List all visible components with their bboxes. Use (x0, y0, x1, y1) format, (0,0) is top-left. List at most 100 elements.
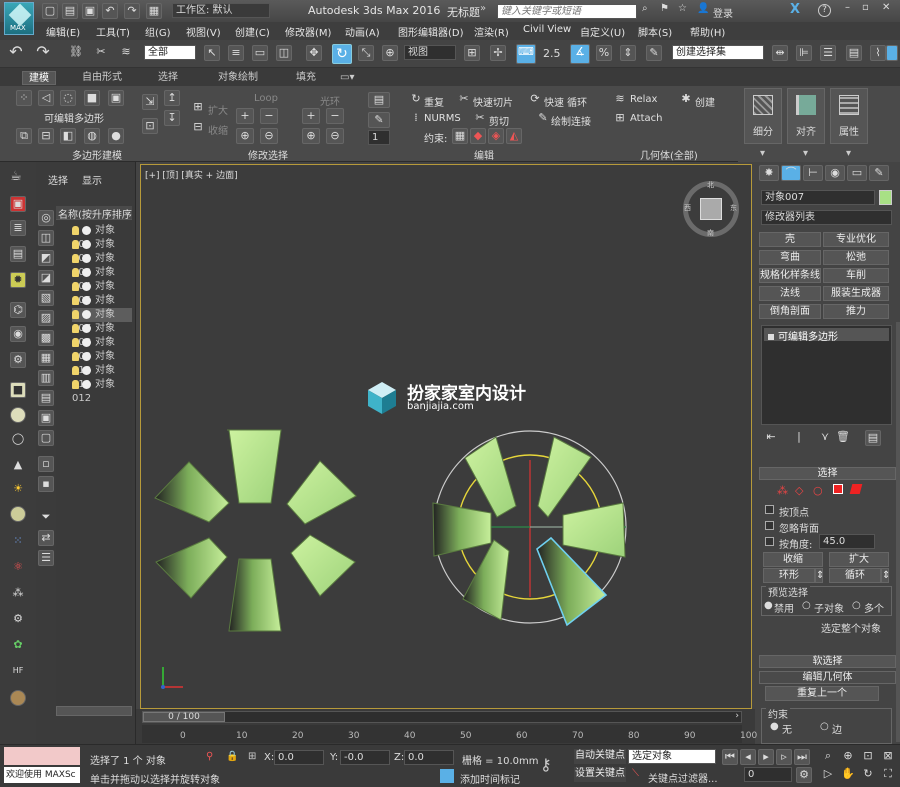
iterations-spinner[interactable]: 1 (368, 130, 390, 145)
scene-list-item[interactable]: 对象012 (72, 378, 132, 404)
molecule-icon[interactable]: ⚛ (10, 560, 26, 576)
percent-snap-icon[interactable]: % (596, 45, 612, 61)
menu-help[interactable]: 帮助(H) (690, 24, 725, 39)
auto-key-button[interactable]: 自动关键点 (574, 749, 626, 764)
track-bar[interactable] (142, 725, 742, 743)
scene-geometry-icon[interactable]: ◫ (38, 230, 54, 246)
redo-icon[interactable]: ↷ (124, 3, 140, 19)
loop-button[interactable]: 循环 (829, 568, 881, 583)
prev-frame-icon[interactable]: ◂ (740, 749, 756, 765)
ring-button[interactable]: 环形 (763, 568, 815, 583)
vertex-select-icon[interactable]: ⁂ (777, 484, 788, 497)
border-select-icon[interactable]: ○ (813, 484, 823, 497)
gear-icon[interactable]: ⚙ (10, 612, 26, 628)
editable-poly-label[interactable]: 可编辑多边形 (44, 110, 104, 125)
scene-list-item[interactable]: 对象009 (72, 336, 132, 362)
geosphere-icon[interactable] (10, 506, 26, 522)
loop-spinner-icon[interactable]: ⇕ (881, 568, 890, 583)
quickslice-label[interactable]: 快速切片 (473, 94, 513, 109)
light-icon[interactable]: ✹ (10, 272, 26, 288)
shrink-icon[interactable]: ⊟ (190, 120, 206, 136)
command-panel-scrollbar[interactable] (896, 322, 900, 742)
edge-select-icon[interactable]: ◇ (795, 484, 803, 497)
swiftloop-icon[interactable]: ⟳ (527, 92, 543, 108)
use-soft-select-icon[interactable]: ◍ (84, 128, 100, 144)
named-selection-select[interactable]: 创建选择集 (672, 45, 764, 60)
pivot-center-icon[interactable]: ⊞ (464, 45, 480, 61)
visibility-bulb-icon[interactable] (72, 337, 79, 347)
visibility-bulb-icon[interactable] (72, 365, 79, 375)
scene-list-item[interactable]: 对象004 (72, 266, 132, 292)
scene-column-header[interactable]: 名称(按升序排序) (56, 206, 132, 220)
tab-freeform[interactable]: 自由形式 (82, 71, 122, 85)
hierarchy-panel-icon[interactable]: ⊢ (803, 165, 823, 181)
polygon-mode-icon[interactable]: ■ (84, 90, 100, 106)
menu-group[interactable]: 组(G) (145, 24, 171, 39)
polygon-select-icon[interactable] (833, 484, 843, 494)
scene-tab-display[interactable]: 显示 (82, 172, 102, 187)
select-object-icon[interactable]: ↖ (204, 45, 220, 61)
add-time-tag-label[interactable]: 添加时间标记 (460, 771, 520, 786)
scene-list-item[interactable]: 对象005 (72, 280, 132, 306)
constraint-edge-radio[interactable]: ○ (820, 721, 829, 732)
angle-snap-icon[interactable]: ∡ (570, 44, 590, 64)
scene-list-item[interactable]: 对象008 (72, 322, 132, 348)
cut-label[interactable]: 剪切 (489, 113, 509, 128)
scene-all-icon[interactable]: ▢ (38, 430, 54, 446)
modifier-bevel-profile-button[interactable]: 倒角剖面 (759, 304, 821, 319)
maxscript-listener[interactable] (4, 747, 80, 765)
make-unique2-icon[interactable]: ⋎ (817, 430, 833, 446)
modifier-push-button[interactable]: 推力 (823, 304, 889, 319)
rotate-icon[interactable]: ↻ (332, 44, 352, 64)
snap-value[interactable]: 2.5 (543, 47, 561, 60)
project-folder-icon[interactable]: ▦ (146, 3, 162, 19)
paint-connect-label[interactable]: 绘制连接 (551, 113, 591, 128)
select-whole-object-label[interactable]: 选定整个对象 (821, 620, 881, 635)
scene-shapes-icon[interactable]: ◩ (38, 250, 54, 266)
menu-civil-view[interactable]: Civil View (523, 24, 571, 35)
modifier-stack-icon[interactable]: ⧉ (16, 128, 32, 144)
isolate-icon[interactable]: ⚲ (206, 751, 213, 762)
cut-icon[interactable]: ✂ (472, 111, 488, 127)
keyboard-shortcut-icon[interactable]: ⌨ (516, 44, 536, 64)
bind-spacewarp-icon[interactable]: ≋ (118, 45, 134, 61)
help-icon[interactable]: ? (818, 4, 831, 17)
scene-helpers-icon[interactable]: ▨ (38, 310, 54, 326)
menu-graph-editors[interactable]: 图形编辑器(D) (398, 24, 464, 39)
element-mode-icon[interactable]: ▣ (108, 90, 124, 106)
ribbon-dropdown-icon[interactable]: ▾ (760, 148, 765, 159)
favorites-icon[interactable]: ☆ (678, 3, 687, 14)
edit-geometry-rollout-header[interactable]: 编辑几何体 (759, 671, 896, 684)
zoom-icon[interactable]: ⌕ (820, 749, 836, 765)
lock-selection-icon[interactable]: 🔒 (226, 751, 238, 762)
menu-scripting[interactable]: 脚本(S) (638, 24, 672, 39)
select-similar-icon[interactable]: ⊡ (142, 118, 158, 134)
play-icon[interactable]: ▸ (758, 749, 774, 765)
ribbon-options-icon[interactable]: ▭▾ (340, 71, 354, 85)
menu-edit[interactable]: 编辑(E) (46, 24, 80, 39)
y-coord-field[interactable]: -0.0 (340, 750, 390, 765)
scene-invert-icon[interactable]: ▪ (38, 476, 54, 492)
zoom-extents-icon[interactable]: ⊡ (860, 749, 876, 765)
create-panel-icon[interactable]: ✸ (759, 165, 779, 181)
key-icon[interactable]: ⚷ (540, 755, 552, 774)
stack-up-icon[interactable]: ↥ (164, 90, 180, 106)
menu-create[interactable]: 创建(C) (235, 24, 270, 39)
redo-icon[interactable]: ↷ (35, 44, 51, 61)
next-frame-icon[interactable]: ▹ (776, 749, 792, 765)
utilities-panel-icon[interactable]: ✎ (869, 165, 889, 181)
z-coord-field[interactable]: 0.0 (404, 750, 454, 765)
current-frame-field[interactable]: 0 (744, 767, 792, 782)
reference-coord-select[interactable]: 视图 (404, 45, 456, 60)
scene-bones-icon[interactable]: ▤ (38, 390, 54, 406)
dots-icon[interactable]: ⁙ (10, 534, 26, 550)
preview-multi-radio[interactable]: ○ (852, 600, 861, 611)
scene-list-item[interactable]: 对象010 (72, 350, 132, 376)
paint-connect2-icon[interactable]: ✎ (535, 111, 551, 127)
constraint-edge-icon[interactable]: ◆ (470, 128, 486, 144)
subdivision-button[interactable]: 细分 (744, 88, 782, 144)
display-icon[interactable]: ▣ (10, 196, 26, 212)
scene-none-icon[interactable]: ▫ (38, 456, 54, 472)
time-slider[interactable]: 0 / 100 › (142, 711, 742, 723)
loop-shrink-icon[interactable]: − (260, 108, 278, 124)
